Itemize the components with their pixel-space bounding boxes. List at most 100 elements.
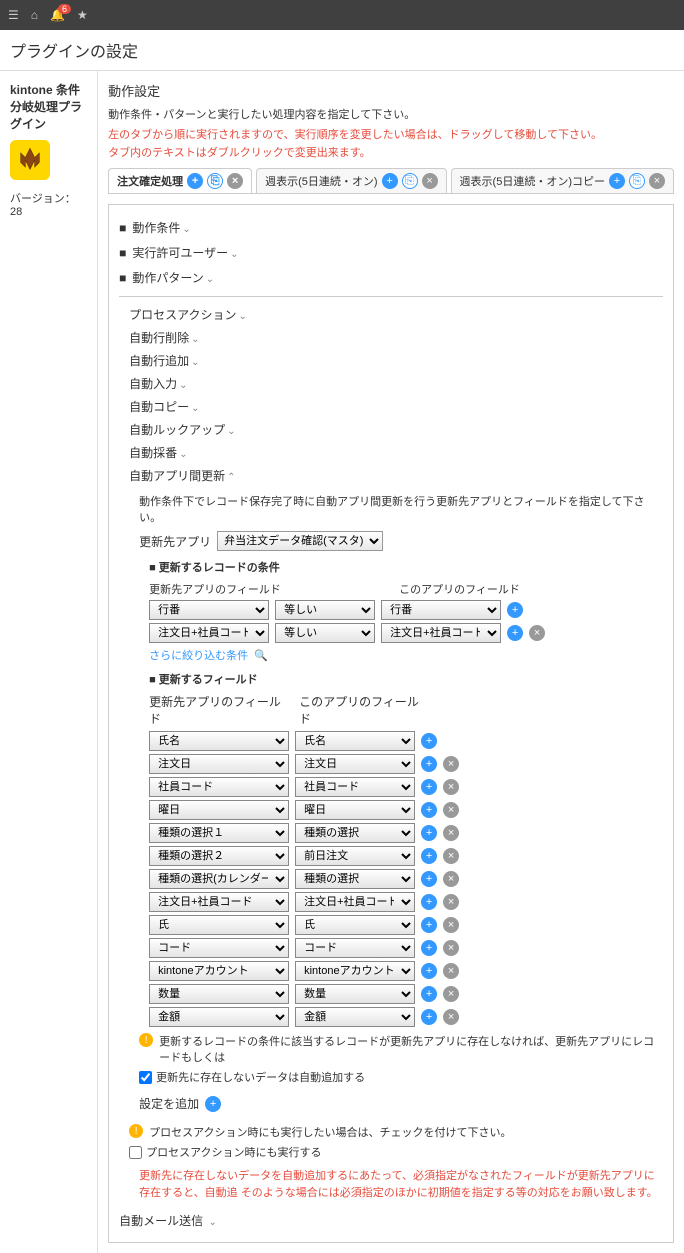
action-sub-item[interactable]: 自動入力⌄ [129, 372, 663, 395]
delete-button[interactable]: × [443, 940, 459, 956]
star-icon[interactable]: ★ [77, 8, 88, 22]
field-this[interactable]: 曜日 [295, 800, 415, 820]
delete-button[interactable]: × [443, 848, 459, 864]
delete-button[interactable]: × [443, 779, 459, 795]
delete-button[interactable]: × [443, 963, 459, 979]
chevron-down-icon: ⌄ [179, 449, 187, 460]
field-target[interactable]: 社員コード [149, 777, 289, 797]
field-row: 種類の選択２ 前日注文 + × [149, 846, 663, 866]
bottom-warn: 更新先に存在しないデータを自動追加するにあたって、必須指定がなされたフィールドが… [139, 1168, 663, 1201]
home-icon[interactable]: ⌂ [31, 8, 38, 22]
add-button[interactable]: + [421, 963, 437, 979]
chevron-down-icon: ⌄ [227, 426, 235, 437]
add-button[interactable]: + [421, 825, 437, 841]
field-target[interactable]: kintoneアカウント [149, 961, 289, 981]
tab[interactable]: 週表示(5日連続・オン)コピー + ⎘ × [451, 168, 674, 193]
field-this[interactable]: 前日注文 [295, 846, 415, 866]
add-button[interactable]: + [421, 802, 437, 818]
field-target[interactable]: 曜日 [149, 800, 289, 820]
action-sub-item[interactable]: プロセスアクション⌄ [129, 303, 663, 326]
collapse-item[interactable]: ■実行許可ユーザー⌄ [119, 240, 663, 265]
add-button[interactable]: + [507, 602, 523, 618]
field-target[interactable]: 氏名 [149, 731, 289, 751]
tab-copy-button[interactable]: ⎘ [402, 173, 418, 189]
action-sub-item[interactable]: 自動アプリ間更新⌃ [129, 464, 663, 487]
field-target[interactable]: 種類の選択(カレンダー用) [149, 869, 289, 889]
delete-button[interactable]: × [443, 1009, 459, 1025]
add-button[interactable]: + [421, 940, 437, 956]
cond-target-field[interactable]: 行番 [149, 600, 269, 620]
auto-add-checkbox[interactable] [139, 1071, 152, 1084]
content: 動作設定 動作条件・パターンと実行したい処理内容を指定して下さい。 左のタブから… [98, 71, 684, 1253]
action-sub-item[interactable]: 自動行削除⌄ [129, 326, 663, 349]
delete-button[interactable]: × [443, 917, 459, 933]
action-sub-item[interactable]: 自動ルックアップ⌄ [129, 418, 663, 441]
cond-this-field[interactable]: 注文日+社員コード [381, 623, 501, 643]
add-button[interactable]: + [421, 917, 437, 933]
add-button[interactable]: + [421, 756, 437, 772]
action-sub-item[interactable]: 自動コピー⌄ [129, 395, 663, 418]
field-this[interactable]: 注文日+社員コード [295, 892, 415, 912]
field-this[interactable]: 社員コード [295, 777, 415, 797]
menu-icon[interactable]: ☰ [8, 8, 19, 22]
add-button[interactable]: + [421, 733, 437, 749]
add-button[interactable]: + [421, 848, 437, 864]
cond-target-field[interactable]: 注文日+社員コード [149, 623, 269, 643]
add-button[interactable]: + [421, 1009, 437, 1025]
tab-delete-button[interactable]: × [649, 173, 665, 189]
field-this[interactable]: 氏名 [295, 731, 415, 751]
cond-operator[interactable]: 等しい [275, 623, 375, 643]
delete-button[interactable]: × [443, 825, 459, 841]
delete-button[interactable]: × [443, 756, 459, 772]
action-sub-item[interactable]: 自動行追加⌄ [129, 349, 663, 372]
field-row: kintoneアカウント kintoneアカウント + × [149, 961, 663, 981]
field-target[interactable]: 金額 [149, 1007, 289, 1027]
field-this[interactable]: kintoneアカウント [295, 961, 415, 981]
tab[interactable]: 週表示(5日連続・オン) + ⎘ × [256, 168, 446, 193]
delete-button[interactable]: × [529, 625, 545, 641]
tab-add-button[interactable]: + [187, 173, 203, 189]
tab-delete-button[interactable]: × [227, 173, 243, 189]
condition-row: 行番 等しい 行番 + [149, 600, 663, 620]
tab-copy-button[interactable]: ⎘ [207, 173, 223, 189]
add-button[interactable]: + [421, 779, 437, 795]
cond-operator[interactable]: 等しい [275, 600, 375, 620]
search-icon[interactable]: 🔍 [254, 649, 268, 662]
delete-button[interactable]: × [443, 802, 459, 818]
field-this[interactable]: 注文日 [295, 754, 415, 774]
delete-button[interactable]: × [443, 894, 459, 910]
add-setting-button[interactable]: + [205, 1096, 221, 1112]
action-sub-item[interactable]: 自動採番⌄ [129, 441, 663, 464]
field-this[interactable]: 種類の選択 [295, 823, 415, 843]
tab-add-button[interactable]: + [609, 173, 625, 189]
field-target[interactable]: 注文日+社員コード [149, 892, 289, 912]
cond-this-field[interactable]: 行番 [381, 600, 501, 620]
collapse-item[interactable]: ■動作条件⌄ [119, 215, 663, 240]
field-this[interactable]: 金額 [295, 1007, 415, 1027]
tab[interactable]: 注文確定処理 + ⎘ × [108, 168, 252, 193]
field-this[interactable]: コード [295, 938, 415, 958]
add-button[interactable]: + [421, 894, 437, 910]
add-button[interactable]: + [421, 871, 437, 887]
tabs: 注文確定処理 + ⎘ ×週表示(5日連続・オン) + ⎘ ×週表示(5日連続・オ… [108, 168, 674, 194]
tab-copy-button[interactable]: ⎘ [629, 173, 645, 189]
sidebar: kintone 条件分岐処理プラグイン バージョン：28 [0, 71, 98, 1253]
field-this[interactable]: 種類の選択 [295, 869, 415, 889]
field-target[interactable]: 種類の選択２ [149, 846, 289, 866]
delete-button[interactable]: × [443, 871, 459, 887]
field-target[interactable]: 注文日 [149, 754, 289, 774]
field-this[interactable]: 数量 [295, 984, 415, 1004]
process-action-checkbox[interactable] [129, 1146, 142, 1159]
field-target[interactable]: 氏 [149, 915, 289, 935]
target-app-select[interactable]: 弁当注文データ確認(マスタ) [217, 531, 383, 551]
field-row: 種類の選択１ 種類の選択 + × [149, 823, 663, 843]
tab-add-button[interactable]: + [382, 173, 398, 189]
tab-delete-button[interactable]: × [422, 173, 438, 189]
add-button[interactable]: + [507, 625, 523, 641]
field-target[interactable]: コード [149, 938, 289, 958]
field-this[interactable]: 氏 [295, 915, 415, 935]
field-target[interactable]: 数量 [149, 984, 289, 1004]
bell-icon[interactable]: 🔔6 [50, 8, 65, 22]
field-target[interactable]: 種類の選択１ [149, 823, 289, 843]
collapse-item[interactable]: ■動作パターン⌄ [119, 265, 663, 290]
